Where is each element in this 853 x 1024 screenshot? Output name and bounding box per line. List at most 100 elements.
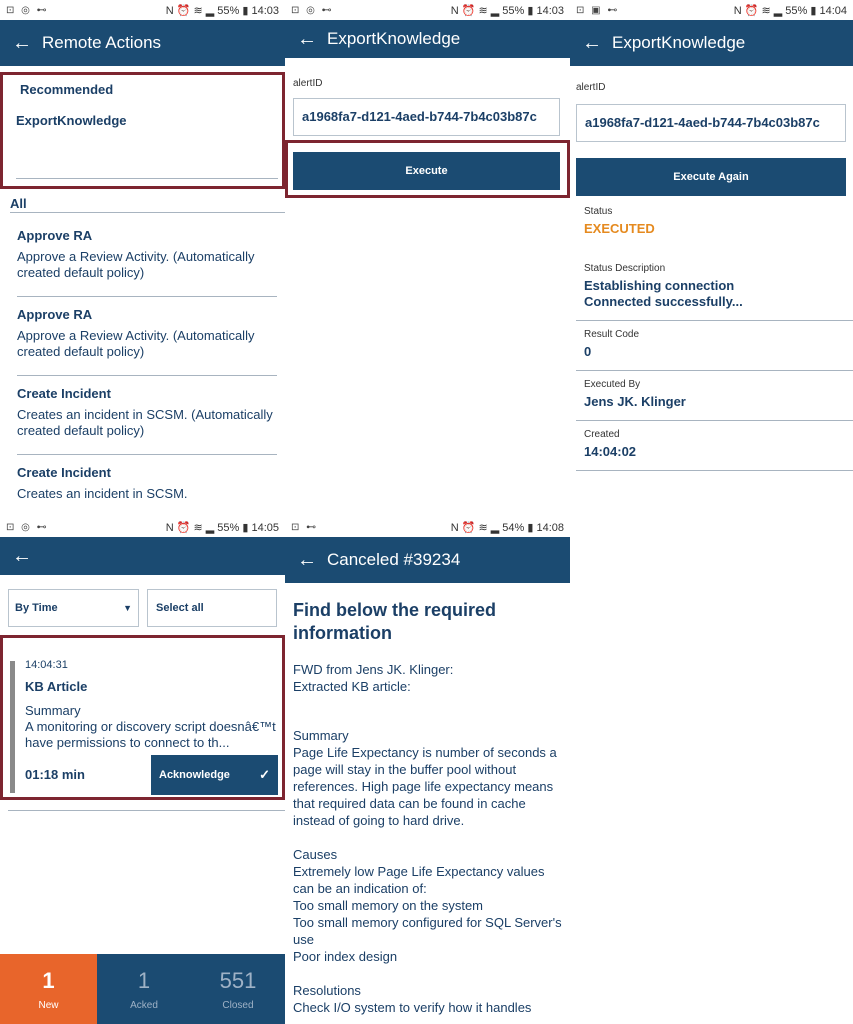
execute-again-button[interactable]: Execute Again <box>576 158 846 196</box>
causes-line: Too small memory on the system <box>293 898 484 913</box>
tab-closed[interactable]: 551 Closed <box>191 954 285 1024</box>
status-bar: ⊡ ◎ ⊷ N ⏰ ≋ ▂ 55% ▮ 14:05 <box>0 517 285 537</box>
notification-icons: ⊡ ◎ ⊷ <box>291 4 334 16</box>
system-status: N ⏰ ≋ ▂ 55% ▮ 14:04 <box>733 4 847 17</box>
tab-label: Acked <box>130 999 158 1011</box>
status-bar: ⊡ ◎ ⊷ N ⏰ ≋ ▂ 55% ▮ 14:03 <box>0 0 285 20</box>
sort-dropdown[interactable]: By Time ▼ <box>8 589 139 627</box>
screen-remote-actions: ⊡ ◎ ⊷ N ⏰ ≋ ▂ 55% ▮ 14:03 ← Remote Actio… <box>0 0 285 510</box>
item-title: Create Incident <box>17 386 111 401</box>
tab-count: 1 <box>42 967 55 993</box>
system-status: N ⏰ ≋ ▂ 55% ▮ 14:05 <box>165 521 279 534</box>
item-desc: Approve a Review Activity. (Automaticall… <box>17 249 255 280</box>
item-title: Approve RA <box>17 307 93 322</box>
list-item[interactable]: Approve RA Approve a Review Activity. (A… <box>0 218 285 296</box>
result-code-row: Result Code 0 <box>576 321 853 371</box>
status-value: EXECUTED <box>584 221 655 236</box>
executed-by-row: Executed By Jens JK. Klinger <box>576 371 853 421</box>
app-bar: ← Remote Actions <box>0 20 285 66</box>
status-bar: ⊡ ⊷ N ⏰ ≋ ▂ 54% ▮ 14:08 <box>285 517 570 537</box>
status-bar: ⊡ ◎ ⊷ N ⏰ ≋ ▂ 55% ▮ 14:03 <box>285 0 570 20</box>
tab-count: 551 <box>219 967 257 993</box>
back-arrow-icon[interactable]: ← <box>12 32 42 55</box>
list-item[interactable]: Approve RA Approve a Review Activity. (A… <box>0 297 285 375</box>
causes-line: Poor index design <box>293 949 398 964</box>
app-bar: ← ExportKnowledge <box>285 20 570 58</box>
alert-id-input[interactable]: a1968fa7-d121-4aed-b744-7b4c03b87c <box>576 104 846 142</box>
notification-icons: ⊡ ◎ ⊷ <box>6 521 49 533</box>
caret-down-icon: ▼ <box>123 603 132 613</box>
status-row: Status EXECUTED <box>576 198 853 247</box>
page-title: ExportKnowledge <box>327 29 461 48</box>
all-label: All <box>10 196 27 211</box>
notification-icons: ⊡ ▣ ⊷ <box>576 4 620 16</box>
divider <box>10 212 285 213</box>
page-title: Remote Actions <box>42 33 162 52</box>
screen-export-knowledge: ⊡ ◎ ⊷ N ⏰ ≋ ▂ 55% ▮ 14:03 ← ExportKnowle… <box>285 0 570 510</box>
alert-title: KB Article <box>25 679 88 694</box>
status-bar: ⊡ ▣ ⊷ N ⏰ ≋ ▂ 55% ▮ 14:04 <box>570 0 853 20</box>
created-row: Created 14:04:02 <box>576 421 853 471</box>
status-description-line: Establishing connection <box>584 278 735 293</box>
back-arrow-icon[interactable]: ← <box>297 549 327 572</box>
notification-icons: ⊡ ⊷ <box>291 521 319 533</box>
item-desc: Approve a Review Activity. (Automaticall… <box>17 328 255 359</box>
acknowledge-button[interactable]: Acknowledge ✓ <box>151 755 278 795</box>
created-value: 14:04:02 <box>584 444 637 459</box>
alert-id-label: alertID <box>576 82 606 93</box>
system-status: N ⏰ ≋ ▂ 55% ▮ 14:03 <box>165 4 279 17</box>
alert-duration: 01:18 min <box>25 767 85 782</box>
page-title: ExportKnowledge <box>612 33 746 52</box>
content-heading: Find below the required information <box>293 600 497 643</box>
intro-line: Extracted KB article: <box>293 679 411 694</box>
sort-value: By Time <box>15 602 58 614</box>
tab-count: 1 <box>137 967 151 993</box>
executed-by-value: Jens JK. Klinger <box>584 394 686 409</box>
acknowledge-label: Acknowledge <box>159 769 230 781</box>
divider <box>8 810 285 811</box>
severity-bar <box>10 661 15 793</box>
result-code-value: 0 <box>584 344 592 359</box>
notification-icons: ⊡ ◎ ⊷ <box>6 4 49 16</box>
page-title: Canceled #39234 <box>327 550 461 569</box>
causes-label: Causes <box>293 847 338 862</box>
system-status: N ⏰ ≋ ▂ 54% ▮ 14:08 <box>450 521 564 534</box>
list-item[interactable]: Create Incident Creates an incident in S… <box>0 376 285 454</box>
status-description-line: Connected successfully... <box>584 294 743 309</box>
system-status: N ⏰ ≋ ▂ 55% ▮ 14:03 <box>450 4 564 17</box>
status-label: Status <box>584 206 613 217</box>
result-code-label: Result Code <box>584 329 640 340</box>
article-body: FWD from Jens JK. Klinger: Extracted KB … <box>293 661 565 1016</box>
app-bar: ← ExportKnowledge <box>570 20 853 66</box>
resolutions-label: Resolutions <box>293 983 361 998</box>
app-bar: ← <box>0 537 285 575</box>
screen-export-result: ⊡ ▣ ⊷ N ⏰ ≋ ▂ 55% ▮ 14:04 ← ExportKnowle… <box>570 0 853 510</box>
tab-label: New <box>38 999 59 1011</box>
back-arrow-icon[interactable]: ← <box>582 32 612 55</box>
alert-id-input[interactable]: a1968fa7-d121-4aed-b744-7b4c03b87c <box>293 98 560 136</box>
created-label: Created <box>584 429 620 440</box>
alert-card[interactable]: 14:04:31 KB Article Summary A monitoring… <box>8 657 278 797</box>
alert-summary: A monitoring or discovery script doesnâ€… <box>25 719 276 750</box>
intro-line: FWD from Jens JK. Klinger: <box>293 662 454 677</box>
summary-label: Summary <box>293 728 349 743</box>
execute-button[interactable]: Execute <box>293 152 560 190</box>
back-arrow-icon[interactable]: ← <box>297 28 327 51</box>
item-desc: Creates an incident in SCSM. <box>17 486 188 501</box>
causes-line: Extremely low Page Life Expectancy value… <box>293 864 545 896</box>
status-description-label: Status Description <box>584 263 666 274</box>
recommended-item[interactable]: ExportKnowledge <box>16 113 278 179</box>
alert-id-label: alertID <box>293 78 323 89</box>
check-icon: ✓ <box>259 767 270 782</box>
recommended-item-title: ExportKnowledge <box>16 113 127 128</box>
item-title: Approve RA <box>17 228 93 243</box>
alert-time: 14:04:31 <box>25 659 68 671</box>
tab-acked[interactable]: 1 Acked <box>97 954 191 1024</box>
summary-label: Summary <box>25 703 81 718</box>
list-item[interactable]: Create Incident Creates an incident in S… <box>0 455 285 510</box>
tab-new[interactable]: 1 New <box>0 954 97 1024</box>
back-arrow-icon[interactable]: ← <box>12 545 42 568</box>
screen-canceled-alert: ⊡ ⊷ N ⏰ ≋ ▂ 54% ▮ 14:08 ← Canceled #3923… <box>285 517 570 1024</box>
select-all-button[interactable]: Select all <box>147 589 277 627</box>
resolutions-text: Check I/O system to verify how it handle… <box>293 1000 532 1015</box>
